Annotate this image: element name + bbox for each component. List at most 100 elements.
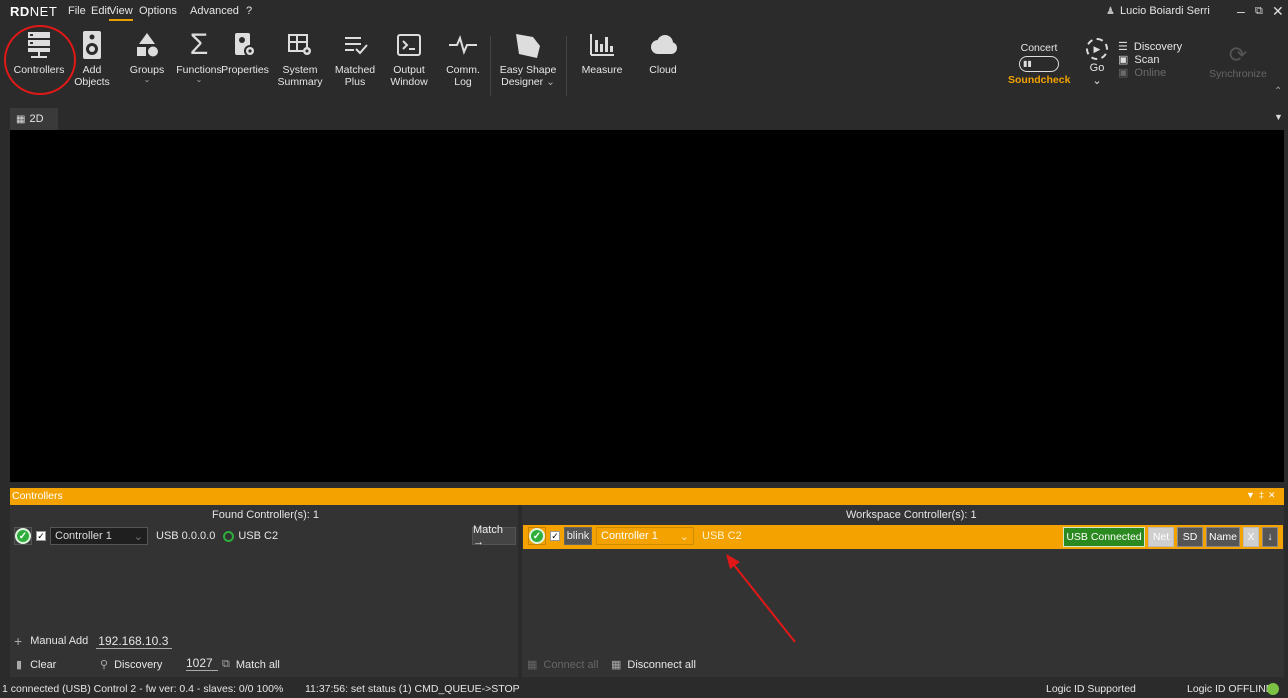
controller-address: USB 0.0.0.0 [156, 530, 216, 542]
tab-2d[interactable]: ▦ 2D [10, 108, 58, 130]
disconnect-icon: ▦ [611, 659, 622, 671]
canvas-2d[interactable] [10, 130, 1284, 482]
chevron-down-icon: ⌄ [195, 75, 203, 84]
cloud-button[interactable]: Cloud [634, 30, 692, 76]
discovery-button[interactable]: ⚲ Discovery [100, 658, 162, 672]
panel-controls: ▼ ‡ ✕ [1246, 490, 1275, 501]
sigma-icon: Σ [189, 28, 209, 61]
sd-button[interactable]: SD [1177, 527, 1203, 547]
enable-checkbox[interactable]: ✓ [36, 531, 46, 541]
measure-icon [587, 30, 617, 60]
pulse-icon [448, 30, 478, 60]
user-name: Lucio Boiardi Serri [1119, 5, 1210, 17]
tab-menu-icon[interactable]: ▼ [1274, 112, 1283, 122]
found-controller-row: ✓ ✓ Controller 1 ⌄ USB 0.0.0.0 USB C2 [14, 527, 278, 545]
go-icon: ▶ [1086, 38, 1108, 60]
select-box[interactable]: ✓ [14, 527, 32, 545]
chevron-down-icon: ⌄ [546, 76, 555, 88]
properties-button[interactable]: Properties [216, 30, 274, 76]
minimize-icon[interactable]: – [1237, 3, 1245, 19]
collapse-ribbon-icon[interactable]: ⌃ [1274, 86, 1282, 97]
net-button[interactable]: Net [1148, 527, 1174, 547]
logic-id-supported: Logic ID Supported [1046, 683, 1136, 695]
blink-button[interactable]: blink [564, 527, 592, 545]
workspace-controller-row-left: ✓ ✓ blink Controller 1 ⌄ USB C2 [528, 527, 742, 545]
concert-soundcheck-toggle[interactable]: Concert ▮▮ Soundcheck [1008, 42, 1070, 86]
match-all-button[interactable]: ⧉ Match all [222, 658, 280, 671]
scan-button[interactable]: ▣ Scan [1118, 54, 1208, 67]
document-tabbar [0, 105, 1288, 130]
user-icon: ♟ [1106, 5, 1115, 17]
enable-checkbox[interactable]: ✓ [550, 531, 560, 541]
discovery-group: ☰ Discovery ▣ Scan ▣ Online [1118, 41, 1208, 80]
annotation-arrow [726, 554, 796, 643]
annotation-circle [4, 25, 76, 95]
menu-edit[interactable]: Edit [91, 5, 110, 17]
list-icon: ☰ [1118, 41, 1128, 53]
system-summary-icon [285, 30, 315, 60]
toggle-switch: ▮▮ [1019, 56, 1059, 72]
cloud-icon [648, 30, 678, 60]
user-area[interactable]: ♟ Lucio Boiardi Serri [1106, 5, 1210, 17]
usb-connected-badge: USB Connected [1063, 527, 1145, 547]
manual-ip-input[interactable]: 192.168.10.3 [96, 634, 173, 649]
online-button[interactable]: ▣ Online [1118, 67, 1208, 80]
properties-icon [230, 30, 260, 60]
check-circle-icon: ✓ [529, 528, 545, 544]
online-icon: ▣ [1118, 67, 1129, 79]
remove-button[interactable]: X [1243, 527, 1259, 547]
menu-help[interactable]: ? [246, 5, 252, 17]
controller-connection: USB C2 [238, 530, 279, 542]
select-box[interactable]: ✓ [528, 527, 546, 545]
ribbon-separator [566, 36, 567, 96]
logic-id-status: Logic ID OFFLINE [1187, 683, 1273, 695]
terminal-icon [394, 30, 424, 60]
plus-icon[interactable]: + [14, 633, 22, 649]
search-icon: ⚲ [100, 659, 109, 671]
move-down-button[interactable]: ↓ [1262, 527, 1278, 547]
synchronize-button[interactable]: ⟳ Synchronize [1206, 42, 1270, 80]
match-all-icon: ⧉ [222, 658, 230, 670]
easy-shape-icon [513, 30, 543, 60]
port-input[interactable]: 1027 [186, 656, 218, 671]
name-button[interactable]: Name [1206, 527, 1240, 547]
status-message: 11:37:56: set status (1) CMD_QUEUE->STOP [305, 683, 520, 695]
menu-file[interactable]: File [68, 5, 86, 17]
connect-all-button[interactable]: ▦ Connect all [527, 658, 598, 672]
ribbon-separator [490, 36, 491, 96]
groups-button[interactable]: Groups ⌄ [118, 30, 176, 84]
disconnect-all-button[interactable]: ▦ Disconnect all [611, 658, 696, 672]
menu-advanced[interactable]: Advanced [190, 5, 239, 17]
menu-options[interactable]: Options [139, 5, 177, 17]
measure-button[interactable]: Measure [573, 30, 631, 76]
controllers-panel-header: Controllers [10, 488, 1284, 505]
dropdown-icon[interactable]: ▼ [1246, 490, 1255, 501]
ribbon: Controllers Add Objects Groups ⌄ Σ Funct… [0, 22, 1288, 102]
comm-log-button[interactable]: Comm. Log [434, 30, 492, 88]
found-controllers-label: Found Controller(s): 1 [212, 509, 319, 521]
close-icon[interactable]: ✕ [1268, 490, 1276, 501]
menu-view[interactable]: View [109, 5, 133, 21]
close-icon[interactable]: ✕ [1272, 3, 1284, 20]
view-2d-icon: ▦ [16, 113, 26, 125]
chevron-down-icon: ⌄ [133, 530, 143, 543]
chevron-down-icon: ⌄ [679, 530, 689, 543]
speaker-icon [77, 30, 107, 60]
pin-icon[interactable]: ‡ [1259, 490, 1264, 501]
controller-select[interactable]: Controller 1 ⌄ [50, 527, 148, 545]
go-button[interactable]: ▶ Go ⌄ [1083, 38, 1111, 87]
match-button[interactable]: Match → [472, 524, 516, 548]
connect-icon: ▦ [527, 659, 538, 671]
system-summary-button[interactable]: System Summary [271, 30, 329, 88]
matched-plus-button[interactable]: Matched Plus [326, 30, 384, 88]
easy-shape-designer-button[interactable]: Easy Shape Designer ⌄ [496, 30, 560, 88]
discovery-button[interactable]: ☰ Discovery [1118, 41, 1208, 54]
clear-button[interactable]: ▮ Clear [16, 658, 56, 672]
restore-icon[interactable]: ⧉ [1255, 5, 1263, 18]
workspace-controllers-label: Workspace Controller(s): 1 [846, 509, 977, 521]
toggle-knob-icon: ▮▮ [1023, 59, 1032, 68]
controller-select[interactable]: Controller 1 ⌄ [596, 527, 694, 545]
chevron-down-icon: ⌄ [1092, 75, 1102, 87]
output-window-button[interactable]: Output Window [380, 30, 438, 88]
matched-plus-icon [340, 30, 370, 60]
